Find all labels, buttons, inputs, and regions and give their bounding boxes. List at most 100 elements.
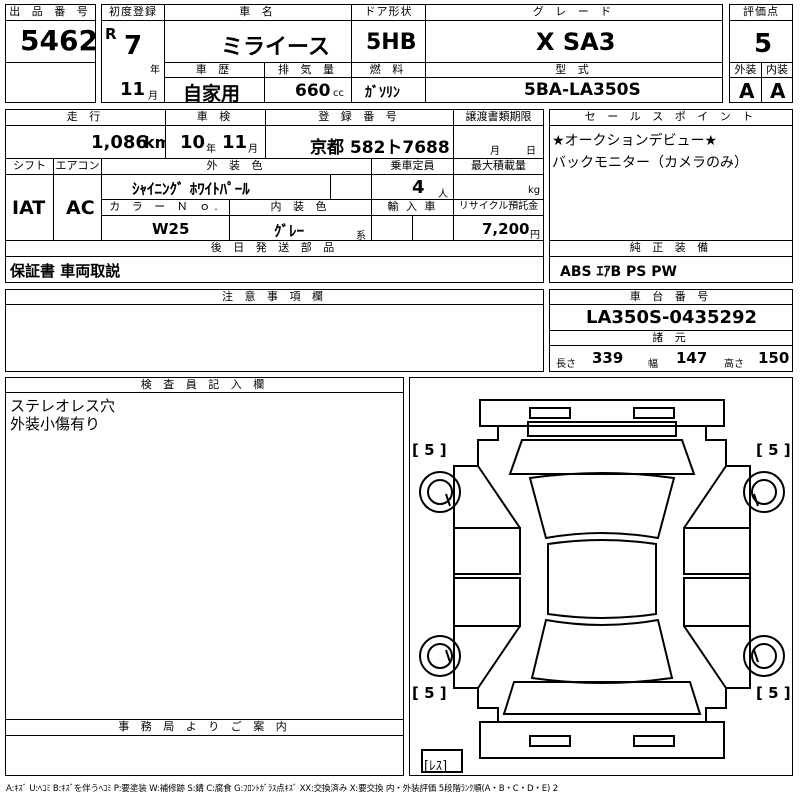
chassis-cell: LA350S-0435292 [549,304,793,331]
history-cell: 自家用 [164,77,265,105]
int-color-value: ｸﾞﾚｰ [274,222,305,240]
tire-rear-right: [ 5 ] [756,684,791,702]
tire-rear-left: [ 5 ] [412,684,447,702]
year-unit: 年 [150,65,160,76]
lot-no-blank [5,62,96,103]
exterior-cell: A [729,77,762,103]
insp-month-value: 11 [222,132,248,153]
model-value: 5BA-LA350S [524,80,641,100]
door-header: ドア形状 [351,4,426,21]
sales-point-header: セ ー ル ス ポ イ ン ト [549,109,793,126]
displacement-value: 660 [295,81,331,101]
door-cell: 5HB [351,20,426,63]
insp-year-unit: 年 [206,144,216,155]
transfer-cell: 月 日 [453,125,544,159]
mileage-cell: 1,086 km [5,125,171,159]
ext-color-extra [330,174,372,200]
shift-value: IAT [12,197,46,219]
interior-header: 内装 [761,62,793,78]
max-load-cell: kg [453,174,544,200]
import-header: 輸 入 車 [371,199,454,216]
sales-point-line-1: ★オークションデビュー★ [552,133,718,149]
history-header: 車 歴 [164,62,265,78]
interior-cell: A [761,77,793,103]
spare-tire: [ﾚｽ] [424,759,448,774]
office-cell [5,735,404,776]
lot-no-header: 出 品 番 号 [5,4,96,21]
capacity-value: 4 [412,177,425,198]
width-value: 147 [676,349,708,367]
lot-no-cell: 5462 [5,20,98,63]
width-label: 幅 [648,359,658,370]
year-value: 7 [124,31,143,61]
first-reg-cell: R 7 年 11 月 [101,20,165,103]
office-header: 事 務 局 よ り ご 案 内 [5,719,404,736]
inspection-cell: 10 年 11 月 [165,125,266,159]
month-unit: 月 [148,91,158,102]
exterior-header: 外装 [729,62,762,78]
legend-text: A:ｷｽﾞ U:ﾍｺﾐ B:ｷｽﾞを伴うﾍｺﾐ P:要塗装 W:補修跡 S:錆 … [6,784,558,794]
car-diagram-panel: [ 5 ] [ 5 ] [ 5 ] [ 5 ] [ﾚｽ] [409,377,793,776]
spec-cell: 長さ 339 幅 147 高さ 150 [549,345,793,372]
import-cell-a [371,215,413,241]
length-label: 長さ [556,359,576,370]
recycle-value: 7,200 [482,220,530,238]
transfer-month: 月 [490,146,500,157]
model-header: 型 式 [425,62,723,78]
score-header: 評価点 [729,4,793,21]
spec-header: 諸 元 [549,330,793,346]
grade-header: グ レ ー ド [425,4,723,21]
int-color-header: 内 装 色 [229,199,372,216]
recycle-header: リサイクル預託金 [453,199,544,216]
genuine-cell: ABS ｴｱB PS PW [549,256,793,283]
ext-color-value: ｼｬｲﾆﾝｸﾞ ﾎﾜｲﾄﾊﾟｰﾙ [132,180,250,198]
chassis-header: 車 台 番 号 [549,289,793,305]
aircon-value: AC [66,197,95,219]
first-reg-header: 初度登録 [101,4,165,21]
door-value: 5HB [366,30,417,55]
model-cell: 5BA-LA350S [425,77,723,103]
fuel-cell: ｶﾞｿﾘﾝ [351,77,426,103]
color-no-header: カ ラ ー Ｎ ｏ. [101,199,230,216]
max-load-header: 最大積載量 [453,158,544,175]
ext-color-cell: ｼｬｲﾆﾝｸﾞ ﾎﾜｲﾄﾊﾟｰﾙ [101,174,331,200]
notes-header: 注 意 事 項 欄 [5,289,544,305]
car-name-header: 車 名 [164,4,352,21]
era-value: R [105,25,117,43]
height-label: 高さ [724,359,744,370]
genuine-value: ABS ｴｱB PS PW [560,264,677,280]
recycle-cell: 7,200 円 [453,215,544,241]
car-name-cell: ミライース [164,20,352,63]
insp-month-unit: 月 [248,144,258,155]
tire-front-left: [ 5 ] [412,441,447,459]
int-color-cell: ｸﾞﾚｰ 系 [229,215,372,242]
tire-front-right: [ 5 ] [756,441,791,459]
car-name-value: ミライース [221,35,330,60]
month-value: 11 [120,79,146,100]
inspector-line-2: 外装小傷有り [10,415,101,433]
exterior-value: A [739,79,755,103]
later-parts-value: 保証書 車両取説 [10,262,121,280]
transfer-day: 日 [526,146,536,157]
ext-color-header: 外 装 色 [101,158,372,175]
capacity-unit: 人 [438,189,448,200]
fuel-value: ｶﾞｿﾘﾝ [365,85,400,101]
grade-value: X SA3 [536,28,616,56]
capacity-header: 乗車定員 [371,158,454,175]
grade-cell: X SA3 [425,20,723,63]
fuel-header: 燃 料 [351,62,426,78]
aircon-cell: AC [53,174,102,241]
lot-no-value: 5462 [20,24,98,57]
score-cell: 5 [729,20,793,63]
reg-no-header: 登 録 番 号 [265,109,454,126]
displacement-unit: cc [333,88,344,99]
notes-cell [5,304,544,372]
transfer-header: 譲渡書類期限 [453,109,544,126]
interior-value: A [770,79,786,103]
score-value: 5 [754,29,773,59]
length-value: 339 [592,349,624,367]
car-diagram [419,399,785,773]
insp-year-value: 10 [180,132,206,153]
sales-point-cell: ★オークションデビュー★ バックモニター（カメラのみ） [549,125,793,256]
reg-no-value: 京都 582ト7688 [310,138,450,158]
